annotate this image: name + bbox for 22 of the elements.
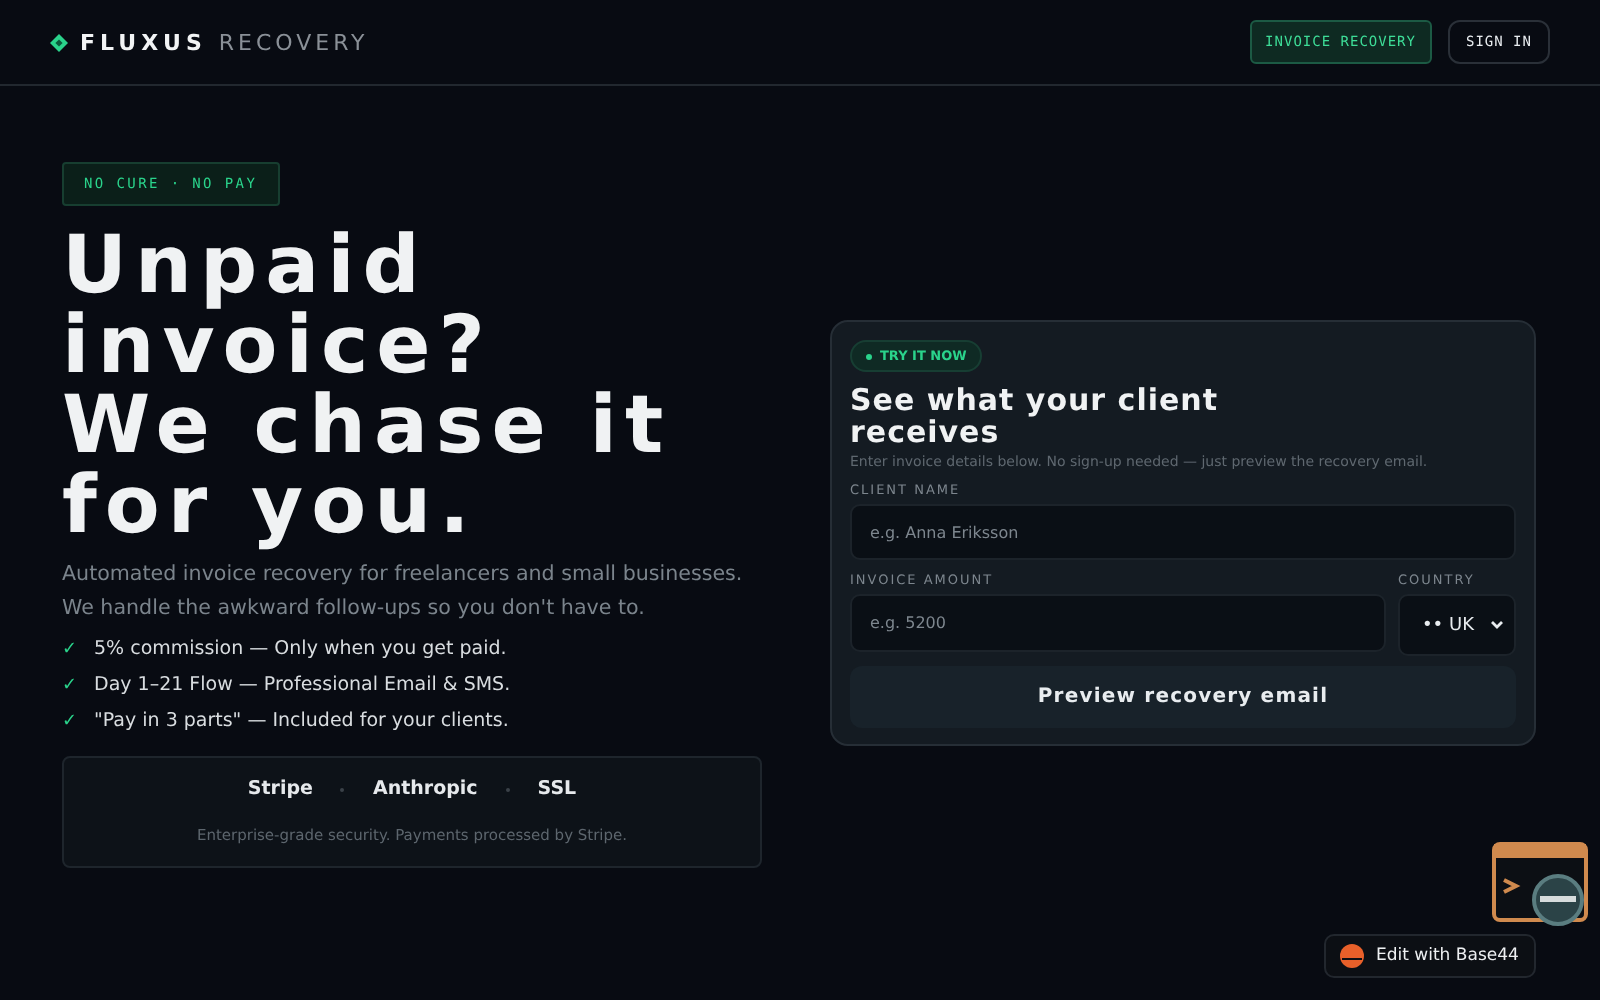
partner-name: Anthropic [372, 778, 478, 800]
intro-text: Automated invoice recovery for freelancers and small businesses. We handle the awkward follow-ups so you don't have to. [62, 560, 745, 623]
brand-name: FLUXUS [80, 29, 207, 55]
edit-badge[interactable]: Edit with Base44 [1324, 934, 1537, 978]
country-select[interactable]: •• UK [1398, 594, 1516, 656]
brand-suffix: RECOVERY [218, 29, 369, 55]
invoice-amount-field[interactable]: e.g. 5200 [850, 594, 1386, 652]
feature-text: Day 1–21 Flow — Professional Email & SMS. [94, 674, 511, 696]
feature-text: 5% commission — Only when you get paid. [94, 638, 507, 660]
chat-widget-icon[interactable] [1492, 840, 1592, 928]
check-icon: ✓ [62, 675, 78, 695]
preview-button[interactable]: Preview recovery email [850, 666, 1516, 728]
card-title: See what your client receives [850, 384, 1221, 448]
check-icon: ✓ [62, 711, 78, 731]
partner-name: Stripe [247, 778, 313, 800]
feature-text: "Pay in 3 parts" — Included for your clients. [94, 710, 509, 732]
client-name-field[interactable]: e.g. Anna Eriksson [850, 504, 1516, 560]
chevron-icon [1490, 620, 1504, 630]
headline: Unpaid invoice? We chase it for you. [62, 226, 674, 546]
partner-name: SSL [537, 778, 577, 800]
diamond-icon [50, 33, 68, 51]
check-icon: ✓ [62, 639, 78, 659]
